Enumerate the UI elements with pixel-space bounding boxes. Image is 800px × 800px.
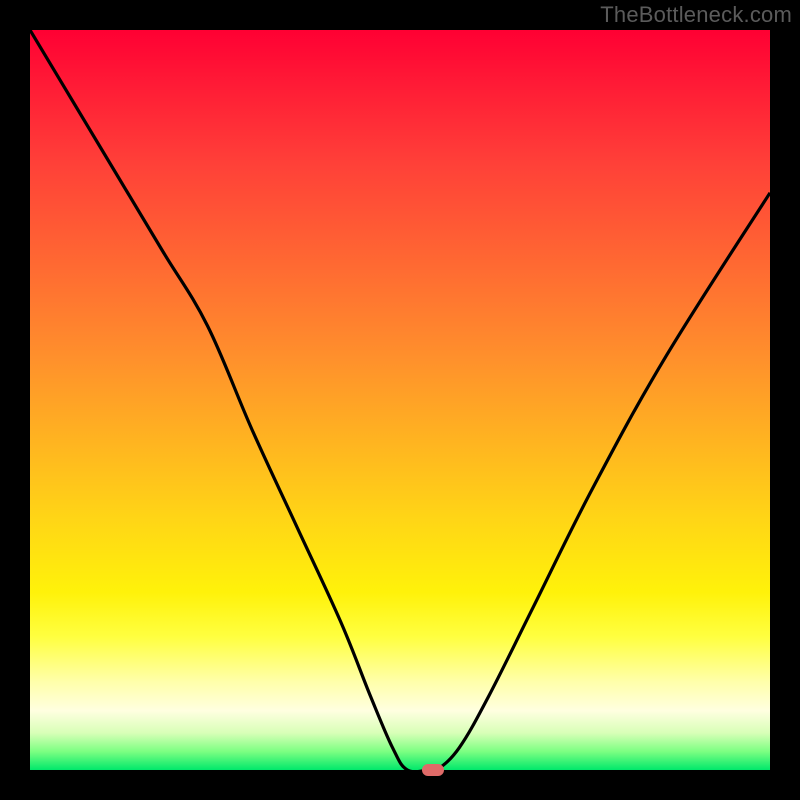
bottleneck-curve xyxy=(30,30,770,770)
watermark-text: TheBottleneck.com xyxy=(600,2,792,28)
curve-path xyxy=(30,30,770,770)
optimum-marker xyxy=(422,764,444,776)
plot-area xyxy=(30,30,770,770)
chart-frame: TheBottleneck.com xyxy=(0,0,800,800)
